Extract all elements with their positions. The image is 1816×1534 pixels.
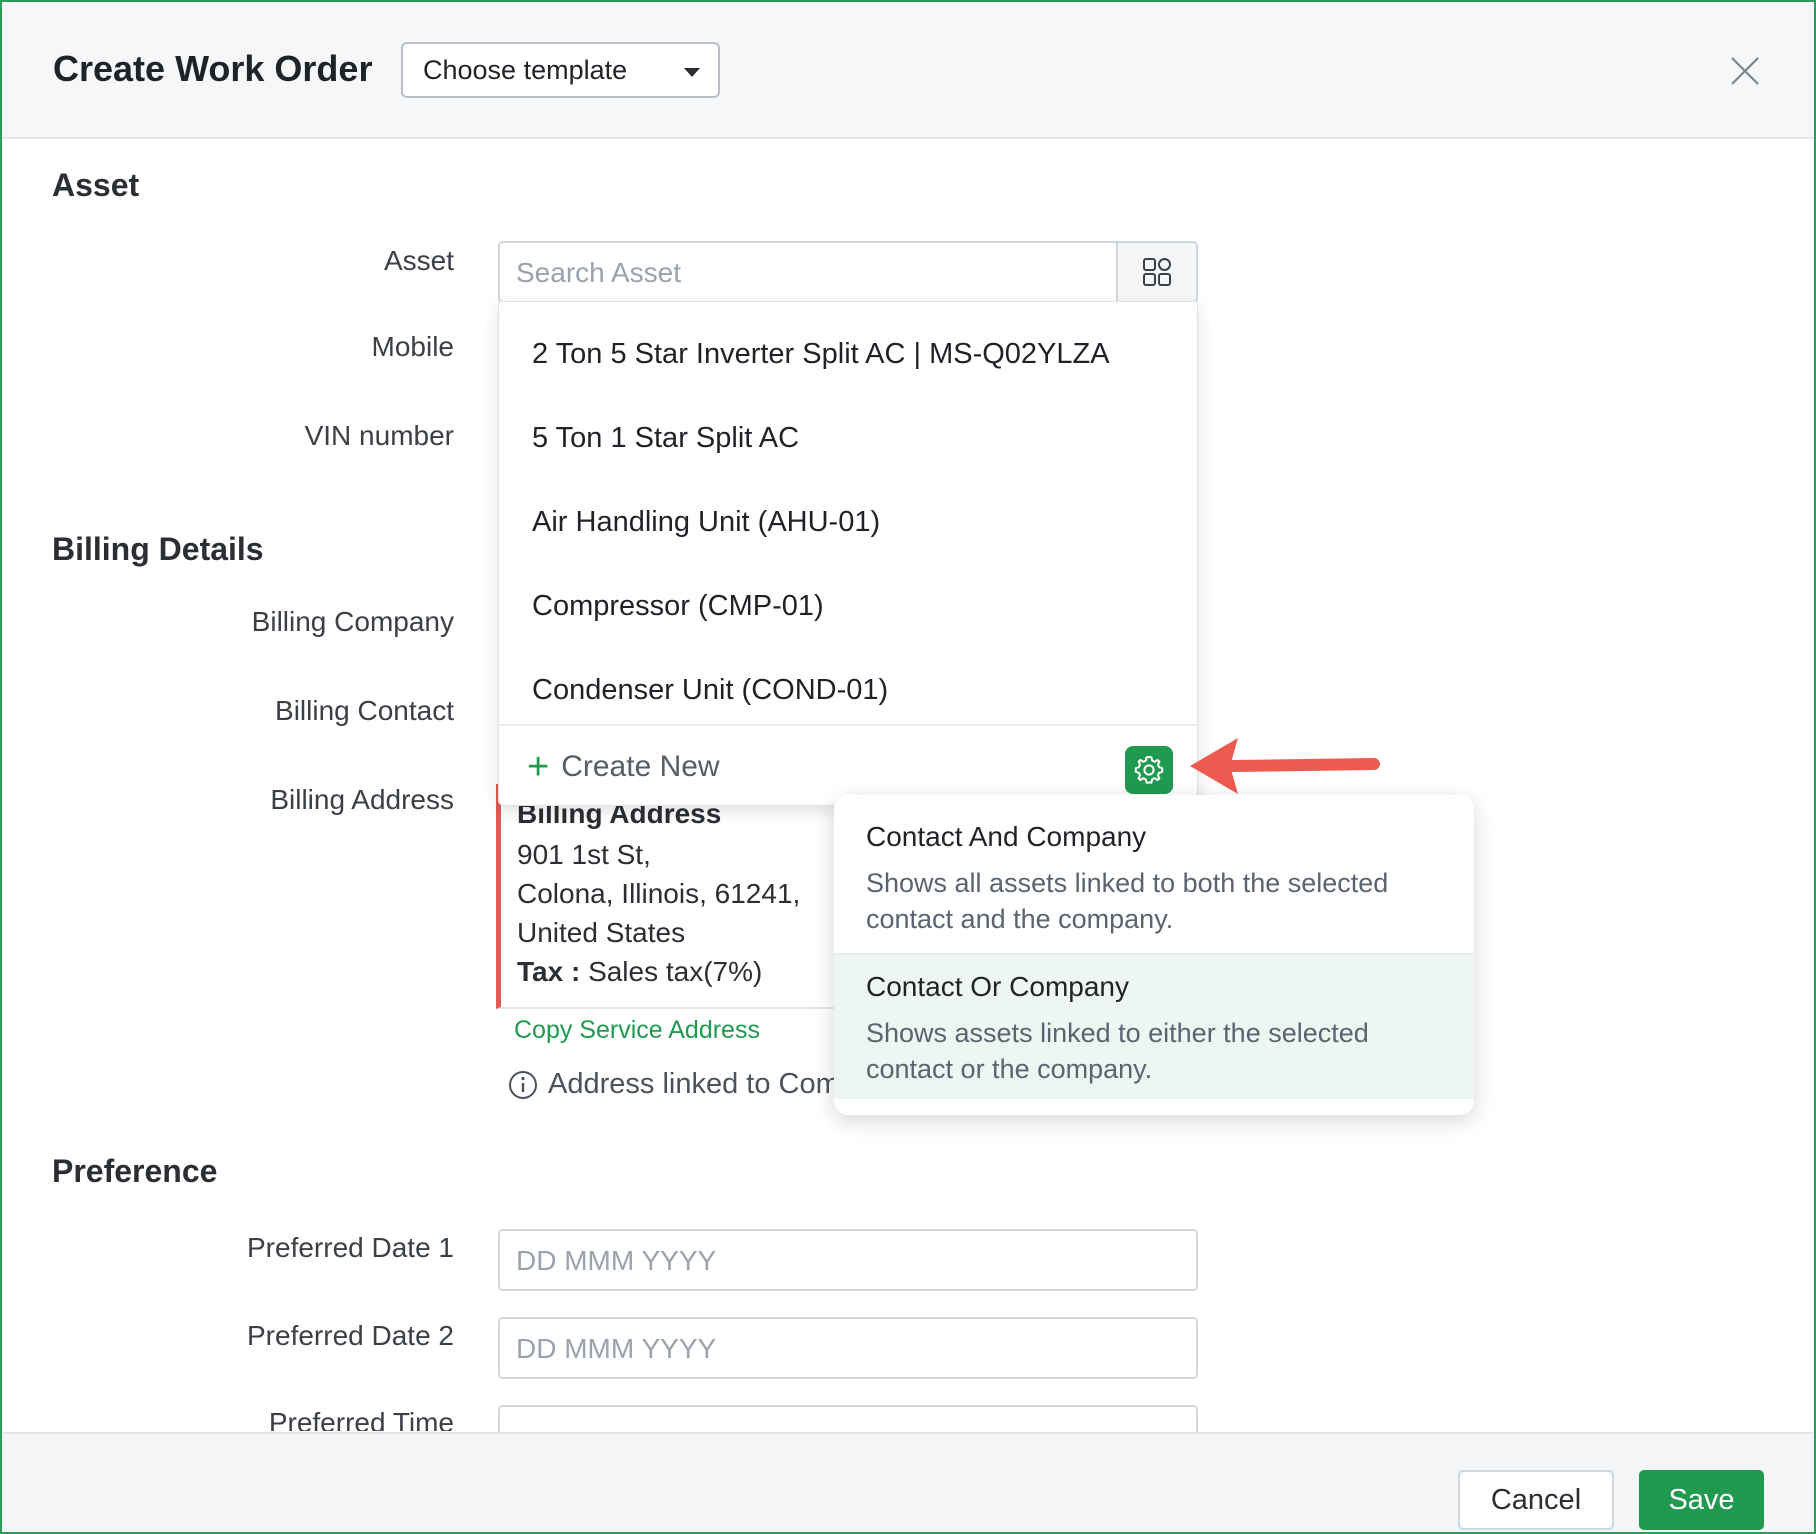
page-title: Create Work Order	[53, 48, 373, 89]
filter-option-description: Shows assets linked to either the select…	[866, 1018, 1369, 1084]
label-preferred-date-1: Preferred Date 1	[247, 1232, 454, 1263]
billing-tax-line: Tax : Sales tax(7%)	[517, 956, 762, 988]
filter-option-title: Contact Or Company	[866, 971, 1129, 1002]
grid-icon	[1143, 258, 1171, 286]
billing-tax-value: Sales tax(7%)	[588, 956, 763, 987]
save-button[interactable]: Save	[1639, 1470, 1764, 1530]
asset-filter-settings-button[interactable]	[1125, 746, 1173, 794]
filter-option-title: Contact And Company	[866, 821, 1147, 852]
asset-dropdown: 2 Ton 5 Star Inverter Split AC | MS-Q02Y…	[498, 301, 1198, 806]
asset-lookup-button[interactable]	[1116, 243, 1196, 301]
label-preferred-time: Preferred Time	[268, 1407, 454, 1431]
label-preferred-date-2: Preferred Date 2	[247, 1320, 454, 1351]
template-select-label: Choose template	[423, 54, 628, 85]
address-linked-note: Address linked to Com	[508, 1068, 840, 1101]
billing-address-line3: United States	[517, 917, 686, 948]
preferred-date-2-input[interactable]: DD MMM YYYY	[498, 1317, 1198, 1379]
asset-option[interactable]: 2 Ton 5 Star Inverter Split AC | MS-Q02Y…	[532, 338, 1110, 371]
filter-option-contact-and-company[interactable]: Contact And Company Shows all assets lin…	[834, 795, 1474, 953]
label-mobile: Mobile	[371, 331, 454, 362]
preferred-date-2-placeholder: DD MMM YYYY	[516, 1333, 717, 1364]
section-title-preference: Preference	[52, 1153, 218, 1189]
cancel-button[interactable]: Cancel	[1458, 1470, 1614, 1530]
asset-option[interactable]: Compressor (CMP-01)	[532, 590, 824, 623]
close-icon[interactable]	[1728, 54, 1762, 88]
chevron-down-icon	[684, 68, 700, 77]
asset-option[interactable]: 5 Ton 1 Star Split AC	[532, 422, 799, 455]
gear-icon	[1134, 756, 1164, 784]
label-asset: Asset	[383, 245, 454, 276]
section-title-asset: Asset	[52, 167, 140, 203]
info-icon	[509, 1070, 537, 1099]
label-billing-company: Billing Company	[251, 606, 454, 637]
modal-footer: Cancel Save	[2, 1432, 1814, 1532]
asset-filter-popover: Contact And Company Shows all assets lin…	[834, 795, 1474, 1115]
preferred-date-1-placeholder: DD MMM YYYY	[516, 1245, 717, 1276]
section-title-billing: Billing Details	[52, 531, 264, 567]
preferred-date-1-input[interactable]: DD MMM YYYY	[498, 1229, 1198, 1291]
billing-address-line1: 901 1st St,	[517, 839, 651, 870]
create-new-label: Create New	[561, 750, 720, 783]
create-new-asset-button[interactable]: + Create New	[527, 748, 720, 786]
template-select[interactable]: Choose template	[401, 42, 720, 98]
label-billing-contact: Billing Contact	[275, 695, 454, 726]
billing-tax-label: Tax :	[517, 956, 581, 987]
label-billing-address: Billing Address	[270, 784, 454, 815]
modal-header: Create Work Order Choose template	[2, 2, 1814, 139]
asset-option[interactable]: Condenser Unit (COND-01)	[532, 674, 888, 707]
billing-address-card: Billing Address 901 1st St, Colona, Illi…	[496, 784, 836, 1009]
filter-option-contact-or-company[interactable]: Contact Or Company Shows assets linked t…	[834, 955, 1474, 1099]
create-work-order-modal: Create Work Order Choose template Asset …	[0, 0, 1816, 1534]
plus-icon: +	[527, 746, 550, 788]
billing-address-line2: Colona, Illinois, 61241,	[517, 878, 801, 909]
copy-service-address-link[interactable]: Copy Service Address	[514, 1016, 760, 1045]
filter-option-description: Shows all assets linked to both the sele…	[866, 868, 1389, 934]
asset-search-input[interactable]: Search Asset	[498, 241, 1198, 303]
address-linked-text: Address linked to Com	[548, 1068, 840, 1100]
asset-search-placeholder: Search Asset	[516, 257, 681, 288]
label-vin: VIN number	[304, 420, 454, 451]
annotation-arrow-icon	[1190, 738, 1380, 794]
asset-option[interactable]: Air Handling Unit (AHU-01)	[532, 506, 880, 539]
